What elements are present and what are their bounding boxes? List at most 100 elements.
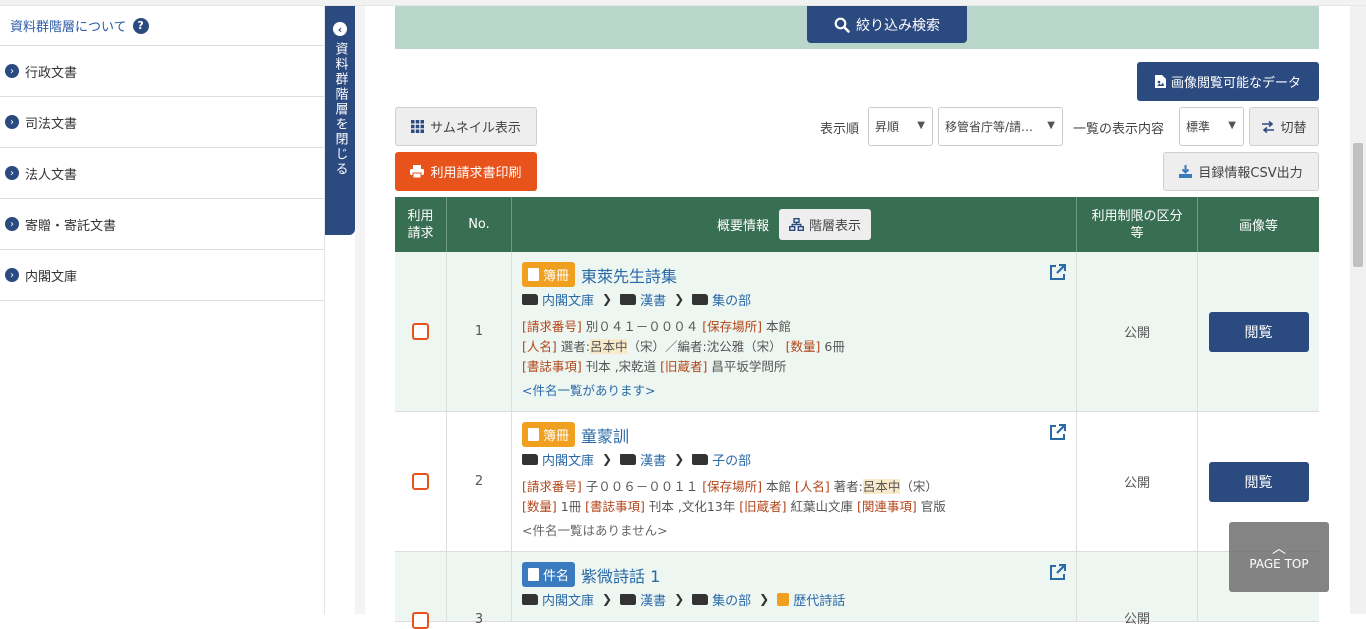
external-link-icon[interactable] [1049, 263, 1067, 285]
chevron-down-icon: ▼ [1228, 120, 1236, 131]
page-top-button[interactable]: ︿ PAGE TOP [1229, 522, 1329, 592]
row-summary: 件名 紫微詩話 1 内閣文庫 ❯ 漢書 ❯ 集の部 ❯ 歴代詩話 [512, 552, 1077, 621]
sort-key-value: 移管省庁等/請… [945, 120, 1034, 134]
restriction-status: 公開 [1123, 612, 1150, 627]
record-title-link[interactable]: 童蒙訓 [581, 423, 629, 447]
chevron-down-icon: ▼ [1047, 120, 1055, 131]
breadcrumb-link[interactable]: 内閣文庫 [542, 450, 594, 469]
filter-search-label: 絞り込み検索 [856, 17, 940, 34]
folder-icon [692, 593, 709, 605]
subject-list-link[interactable]: <件名一覧があります> [522, 380, 1066, 399]
table-header: 利用 請求 No. 概要情報 階層表示 利用制限の区分等 画像等 [395, 197, 1319, 252]
document-icon [528, 428, 539, 441]
main-content: 絞り込み検索 画像閲覧可能なデータ サムネイル表示 利用請求書印刷 表示順 昇順… [365, 6, 1350, 629]
sidebar-item-label: 寄贈・寄託文書 [25, 218, 117, 234]
folder-icon [692, 293, 709, 305]
row-number: 1 [474, 324, 484, 339]
sidebar-item-label: 司法文書 [25, 116, 78, 132]
print-request-button[interactable]: 利用請求書印刷 [395, 152, 537, 191]
external-link-icon[interactable] [1049, 423, 1067, 445]
folder-icon [522, 453, 538, 465]
csv-export-button[interactable]: 目録情報CSV出力 [1163, 152, 1319, 191]
record-type-badge: 簿冊 [522, 262, 576, 287]
header-request: 利用 請求 [395, 197, 447, 252]
filter-search-button[interactable]: 絞り込み検索 [807, 6, 967, 43]
breadcrumb-link[interactable]: 内閣文庫 [542, 290, 594, 309]
breadcrumb-link[interactable]: 内閣文庫 [542, 590, 594, 609]
breadcrumb-link[interactable]: 集の部 [712, 590, 751, 609]
switch-label: 切替 [1280, 121, 1307, 136]
display-content-value: 標準 [1186, 120, 1211, 134]
view-button[interactable]: 閲覧 [1208, 461, 1309, 502]
record-title-link[interactable]: 紫微詩話 1 [581, 563, 660, 587]
chevron-right-icon: › [5, 64, 19, 78]
external-link-icon[interactable] [1049, 563, 1067, 585]
restriction-status: 公開 [1123, 326, 1150, 341]
image-data-button[interactable]: 画像閲覧可能なデータ [1137, 62, 1319, 101]
breadcrumb-link[interactable]: 漢書 [640, 450, 666, 469]
sidebar-item-corporate[interactable]: › 法人文書 [0, 148, 324, 199]
help-icon[interactable]: ? [132, 17, 149, 34]
hierarchy-sidebar: 資料群階層について ? › 行政文書 › 司法文書 › 法人文書 › 寄贈・寄託… [0, 6, 325, 614]
close-hierarchy-tab[interactable]: ‹ 資料群階層を閉じる [325, 6, 355, 235]
row-number: 2 [474, 474, 484, 489]
page-top-label: PAGE TOP [1249, 557, 1309, 571]
display-content-select[interactable]: 標準 ▼ [1179, 107, 1244, 146]
sidebar-item-label: 法人文書 [25, 167, 78, 183]
csv-export-label: 目録情報CSV出力 [1198, 166, 1303, 181]
breadcrumb: 内閣文庫 ❯ 漢書 ❯ 集の部 ❯ 歴代詩話 [522, 589, 1066, 609]
sidebar-item-judicial[interactable]: › 司法文書 [0, 97, 324, 148]
thumbnail-label: サムネイル表示 [430, 121, 521, 136]
table-row: 3 件名 紫微詩話 1 内閣文庫 ❯ 漢書 ❯ 集の部 ❯ 歴代詩話 公開 [395, 552, 1319, 629]
document-icon [528, 268, 539, 281]
book-icon [777, 592, 790, 606]
row-summary: 簿冊 東萊先生詩集 内閣文庫 ❯ 漢書 ❯ 集の部 [請求番号] 別０４１－００… [512, 252, 1077, 411]
sidebar-item-naikaku[interactable]: › 内閣文庫 [0, 250, 324, 301]
search-band: 絞り込み検索 [395, 6, 1319, 49]
breadcrumb-link[interactable]: 集の部 [712, 290, 751, 309]
header-summary-label: 概要情報 [716, 219, 769, 234]
scrollbar-thumb[interactable] [1353, 143, 1363, 267]
folder-icon [620, 293, 637, 305]
table-row: 2 簿冊 童蒙訓 内閣文庫 ❯ 漢書 ❯ 子の部 [請求番号] 子００６－００１… [395, 412, 1319, 552]
header-restriction: 利用制限の区分等 [1077, 197, 1198, 252]
chevron-right-icon: ❯ [602, 452, 613, 466]
folder-icon [620, 593, 637, 605]
chevron-right-icon: › [5, 115, 19, 129]
breadcrumb-link[interactable]: 歴代詩話 [793, 590, 845, 609]
chevron-right-icon: › [5, 166, 19, 180]
chevron-right-icon: ❯ [674, 592, 685, 606]
chevron-right-icon: ❯ [759, 592, 770, 606]
breadcrumb-link[interactable]: 漢書 [640, 590, 666, 609]
folder-icon [620, 453, 637, 465]
display-content-label: 一覧の表示内容 [1073, 122, 1165, 137]
chevron-right-icon: ❯ [674, 292, 685, 306]
sidebar-item-donated[interactable]: › 寄贈・寄託文書 [0, 199, 324, 250]
request-checkbox[interactable] [412, 612, 429, 629]
vertical-scrollbar[interactable] [1350, 6, 1366, 614]
caret-up-icon: ︿ [1272, 541, 1286, 557]
sitemap-icon [789, 218, 804, 231]
sort-label: 表示順 [820, 122, 860, 137]
request-checkbox[interactable] [412, 323, 429, 340]
header-summary: 概要情報 階層表示 [512, 197, 1077, 252]
row-number: 3 [474, 612, 484, 627]
sort-order-select[interactable]: 昇順 ▼ [868, 107, 933, 146]
gutter [355, 6, 365, 614]
restriction-status: 公開 [1123, 476, 1150, 491]
record-type-badge: 件名 [522, 562, 576, 587]
thumbnail-button[interactable]: サムネイル表示 [395, 107, 537, 146]
view-button[interactable]: 閲覧 [1208, 311, 1309, 352]
tree-view-button[interactable]: 階層表示 [779, 209, 872, 240]
request-checkbox[interactable] [412, 473, 429, 490]
breadcrumb-link[interactable]: 子の部 [712, 450, 751, 469]
switch-button[interactable]: 切替 [1249, 107, 1319, 146]
breadcrumb-link[interactable]: 漢書 [640, 290, 666, 309]
record-title-link[interactable]: 東萊先生詩集 [581, 263, 677, 287]
sidebar-item-administrative[interactable]: › 行政文書 [0, 46, 324, 97]
sort-key-select[interactable]: 移管省庁等/請… ▼ [938, 107, 1063, 146]
breadcrumb: 内閣文庫 ❯ 漢書 ❯ 子の部 [522, 449, 1066, 469]
hierarchy-about-link[interactable]: 資料群階層について [10, 16, 127, 35]
folder-icon [692, 453, 709, 465]
subject-list-note: <件名一覧はありません> [522, 523, 668, 538]
